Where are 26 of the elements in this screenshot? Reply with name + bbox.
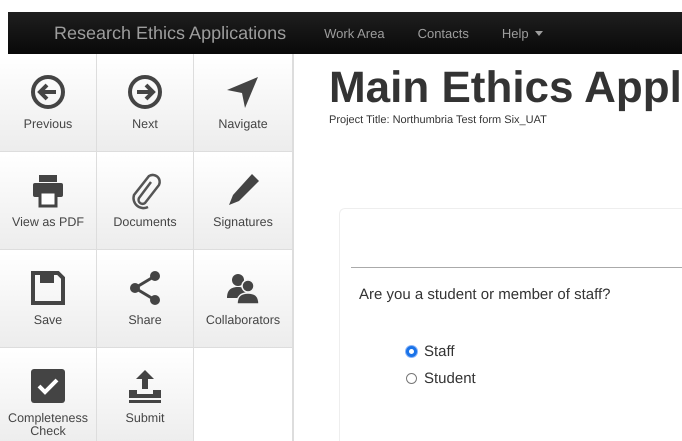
toolbar-button[interactable]: Completeness Check [0,348,97,441]
project-title: Project Title: Northumbria Test form Six_UAT [329,114,548,126]
nav-link[interactable]: Help [502,26,543,40]
nav-link[interactable]: Work Area [324,26,385,40]
toolbar-button[interactable]: Next [97,54,194,152]
page-title: Main Ethics Appl [329,64,682,112]
toolbar-button[interactable]: Collaborators [194,250,293,348]
caret-icon [534,30,543,36]
toolbar-button[interactable]: Signatures [194,152,293,250]
nav-link[interactable]: Contacts [418,26,469,40]
toolbar-button[interactable]: Documents [97,152,194,250]
toolbar-button[interactable]: Submit [97,348,194,441]
brand-title[interactable]: Research Ethics Applications [54,22,286,44]
radio-option[interactable]: Student [406,370,682,387]
radio-button[interactable] [406,346,417,357]
radio-button[interactable] [406,373,417,384]
toolbar-button[interactable]: Save [0,250,97,348]
toolbar-button[interactable]: Navigate [194,54,293,152]
left-arrow-circle-icon [28,72,68,112]
toolbar-button[interactable]: Previous [0,54,97,152]
toolbar-button[interactable]: View as PDF [0,152,97,250]
right-arrow-circle-icon [125,72,165,112]
question-text: Are you a student or member of staff? [359,286,612,303]
radio-option[interactable]: Staff [406,343,682,360]
toolbar-button[interactable]: Share [97,250,194,348]
checkbox-icon [28,366,68,406]
